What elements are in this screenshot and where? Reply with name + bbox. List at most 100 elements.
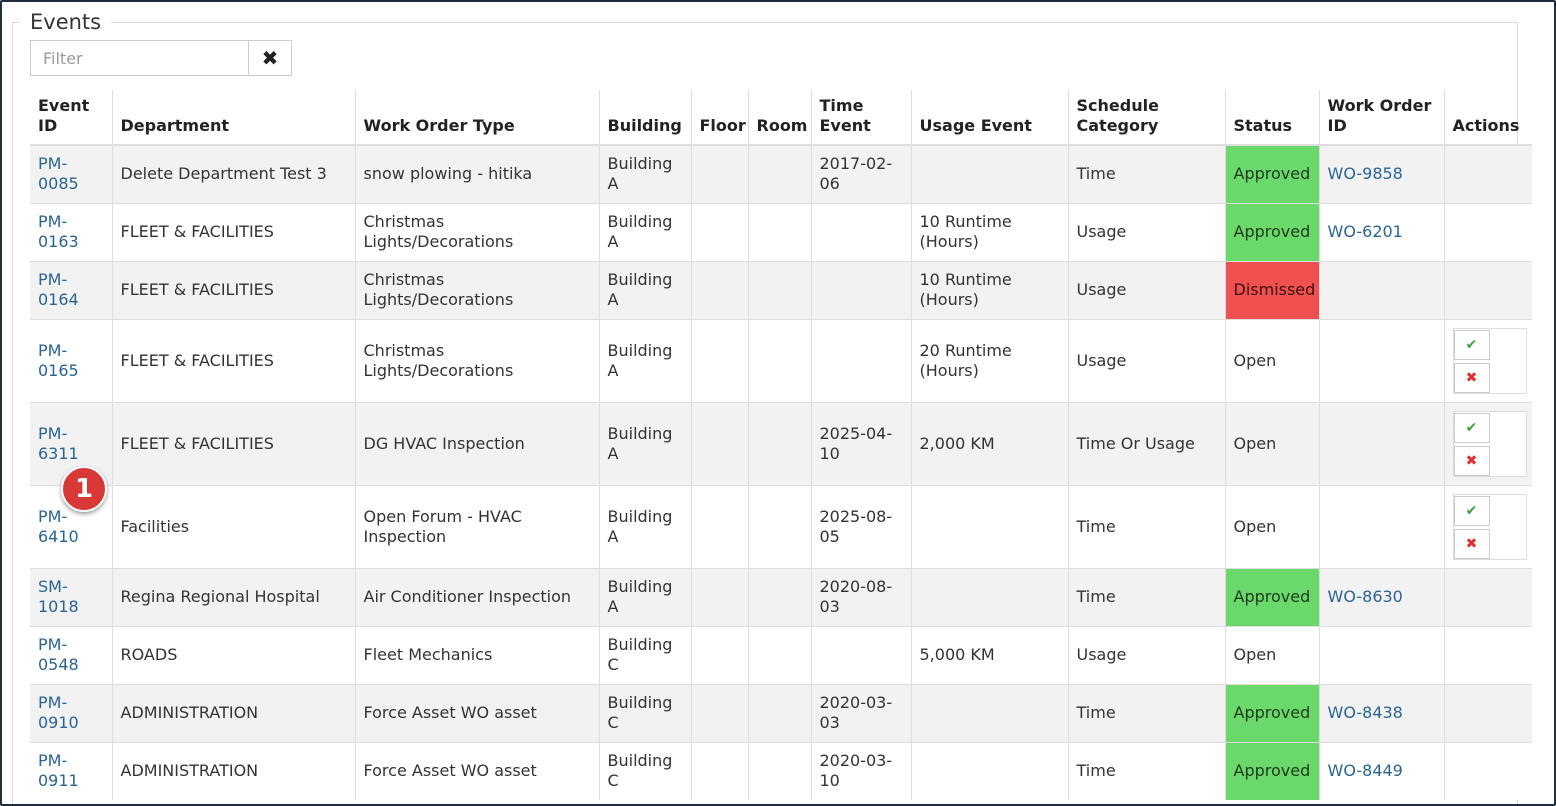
actions-cell [1443, 260, 1532, 319]
table-row[interactable]: PM-6311 FLEET & FACILITIES DG HVAC Inspect… [30, 401, 1532, 485]
work-order-id-link [1318, 401, 1444, 485]
dismiss-button[interactable]: ✖ [1453, 362, 1490, 393]
column-header-room[interactable]: Room [747, 90, 811, 146]
building-cell: Building A [598, 567, 691, 626]
work-order-type-cell: Force Asset WO asset [354, 741, 599, 800]
table-row[interactable]: SM-1018 Regina Regional Hospital Air Condi… [30, 567, 1532, 626]
floor-cell [690, 567, 748, 626]
table-row[interactable]: PM-0163 FLEET & FACILITIES Christmas Light… [30, 202, 1532, 261]
work-order-id-link[interactable]: WO-6201 [1318, 202, 1444, 261]
usage-event-cell [910, 683, 1068, 742]
schedule-category-cell: Usage [1067, 625, 1225, 684]
floor-cell [690, 318, 748, 402]
event-id-link[interactable]: SM-1018 [30, 567, 112, 626]
room-cell [747, 318, 811, 402]
actions-cell: ✔ ✖ [1443, 318, 1532, 402]
table-row[interactable]: PM-0165 FLEET & FACILITIES Christmas Light… [30, 318, 1532, 402]
filter-input[interactable] [31, 41, 243, 75]
table-row[interactable]: PM-0910 ADMINISTRATION Force Asset WO asse… [30, 683, 1532, 742]
action-button-group: ✔ ✖ [1452, 493, 1527, 560]
column-header-event-id[interactable]: Event ID [30, 90, 112, 146]
work-order-id-link [1318, 318, 1444, 402]
column-header-time-event[interactable]: Time Event [810, 90, 911, 146]
work-order-id-link[interactable]: WO-8438 [1318, 683, 1444, 742]
event-id-link[interactable]: PM-0911 [30, 741, 112, 800]
actions-cell: ✔ ✖ [1443, 401, 1532, 485]
status-cell: Approved [1224, 567, 1319, 626]
column-header-actions: Actions [1443, 90, 1532, 146]
department-cell: FLEET & FACILITIES [111, 202, 355, 261]
table-row[interactable]: PM-0911 ADMINISTRATION Force Asset WO asse… [30, 741, 1532, 800]
approve-button[interactable]: ✔ [1453, 329, 1490, 360]
floor-cell [690, 144, 748, 203]
column-header-usage-event[interactable]: Usage Event [910, 90, 1068, 146]
checkmark-icon: ✔ [1465, 502, 1478, 519]
table-row[interactable]: PM-0085 Delete Department Test 3 snow plow… [30, 144, 1532, 203]
status-cell: Approved [1224, 741, 1319, 800]
time-event-cell: 2017-02-06 [810, 144, 911, 203]
annotation-badge: 1 [61, 466, 107, 512]
schedule-category-cell: Usage [1067, 318, 1225, 402]
status-cell: Open [1224, 484, 1319, 568]
approve-button[interactable]: ✔ [1453, 495, 1490, 526]
usage-event-cell [910, 484, 1068, 568]
building-cell: Building A [598, 318, 691, 402]
room-cell [747, 144, 811, 203]
floor-cell [690, 484, 748, 568]
column-header-work-order-type[interactable]: Work Order Type [354, 90, 599, 146]
event-id-link[interactable]: PM-0085 [30, 144, 112, 203]
clear-filter-button[interactable]: ✖ [248, 40, 292, 76]
schedule-category-cell: Time [1067, 484, 1225, 568]
column-header-building[interactable]: Building [598, 90, 691, 146]
time-event-cell: 2020-03-10 [810, 741, 911, 800]
usage-event-cell [910, 741, 1068, 800]
building-cell: Building A [598, 484, 691, 568]
work-order-id-link [1318, 260, 1444, 319]
floor-cell [690, 401, 748, 485]
time-event-cell [810, 625, 911, 684]
event-id-link[interactable]: PM-0164 [30, 260, 112, 319]
dismiss-button[interactable]: ✖ [1453, 528, 1490, 559]
filter-field[interactable] [30, 40, 250, 76]
column-header-status[interactable]: Status [1224, 90, 1319, 146]
building-cell: Building C [598, 625, 691, 684]
usage-event-cell: 10 Runtime (Hours) [910, 260, 1068, 319]
table-row[interactable]: PM-0548 ROADS Fleet Mechanics Building C 5,0… [30, 625, 1532, 684]
work-order-type-cell: Christmas Lights/Decorations [354, 260, 599, 319]
event-id-link[interactable]: PM-0548 [30, 625, 112, 684]
schedule-category-cell: Time Or Usage [1067, 401, 1225, 485]
status-cell: Dismissed [1224, 260, 1319, 319]
department-cell: FLEET & FACILITIES [111, 401, 355, 485]
column-header-schedule-category[interactable]: Schedule Category [1067, 90, 1225, 146]
table-row[interactable]: PM-6410 Facilities Open Forum - HVAC Inspe… [30, 484, 1532, 568]
work-order-type-cell: Fleet Mechanics [354, 625, 599, 684]
floor-cell [690, 741, 748, 800]
work-order-type-cell: Christmas Lights/Decorations [354, 318, 599, 402]
work-order-id-link [1318, 484, 1444, 568]
event-id-link[interactable]: PM-0163 [30, 202, 112, 261]
panel-title: Events [20, 8, 112, 36]
room-cell [747, 202, 811, 261]
event-id-link[interactable]: PM-0165 [30, 318, 112, 402]
actions-cell [1443, 567, 1532, 626]
table-row[interactable]: PM-0164 FLEET & FACILITIES Christmas Light… [30, 260, 1532, 319]
actions-cell [1443, 144, 1532, 203]
usage-event-cell: 10 Runtime (Hours) [910, 202, 1068, 261]
column-header-floor[interactable]: Floor [690, 90, 748, 146]
work-order-id-link[interactable]: WO-8630 [1318, 567, 1444, 626]
approve-button[interactable]: ✔ [1453, 412, 1490, 443]
event-id-link[interactable]: PM-0910 [30, 683, 112, 742]
department-cell: ROADS [111, 625, 355, 684]
room-cell [747, 484, 811, 568]
time-event-cell [810, 260, 911, 319]
building-cell: Building A [598, 144, 691, 203]
room-cell [747, 567, 811, 626]
column-header-department[interactable]: Department [111, 90, 355, 146]
work-order-id-link[interactable]: WO-8449 [1318, 741, 1444, 800]
actions-cell [1443, 625, 1532, 684]
status-cell: Approved [1224, 144, 1319, 203]
column-header-work-order-id[interactable]: Work Order ID [1318, 90, 1444, 146]
room-cell [747, 683, 811, 742]
dismiss-button[interactable]: ✖ [1453, 445, 1490, 476]
work-order-id-link[interactable]: WO-9858 [1318, 144, 1444, 203]
